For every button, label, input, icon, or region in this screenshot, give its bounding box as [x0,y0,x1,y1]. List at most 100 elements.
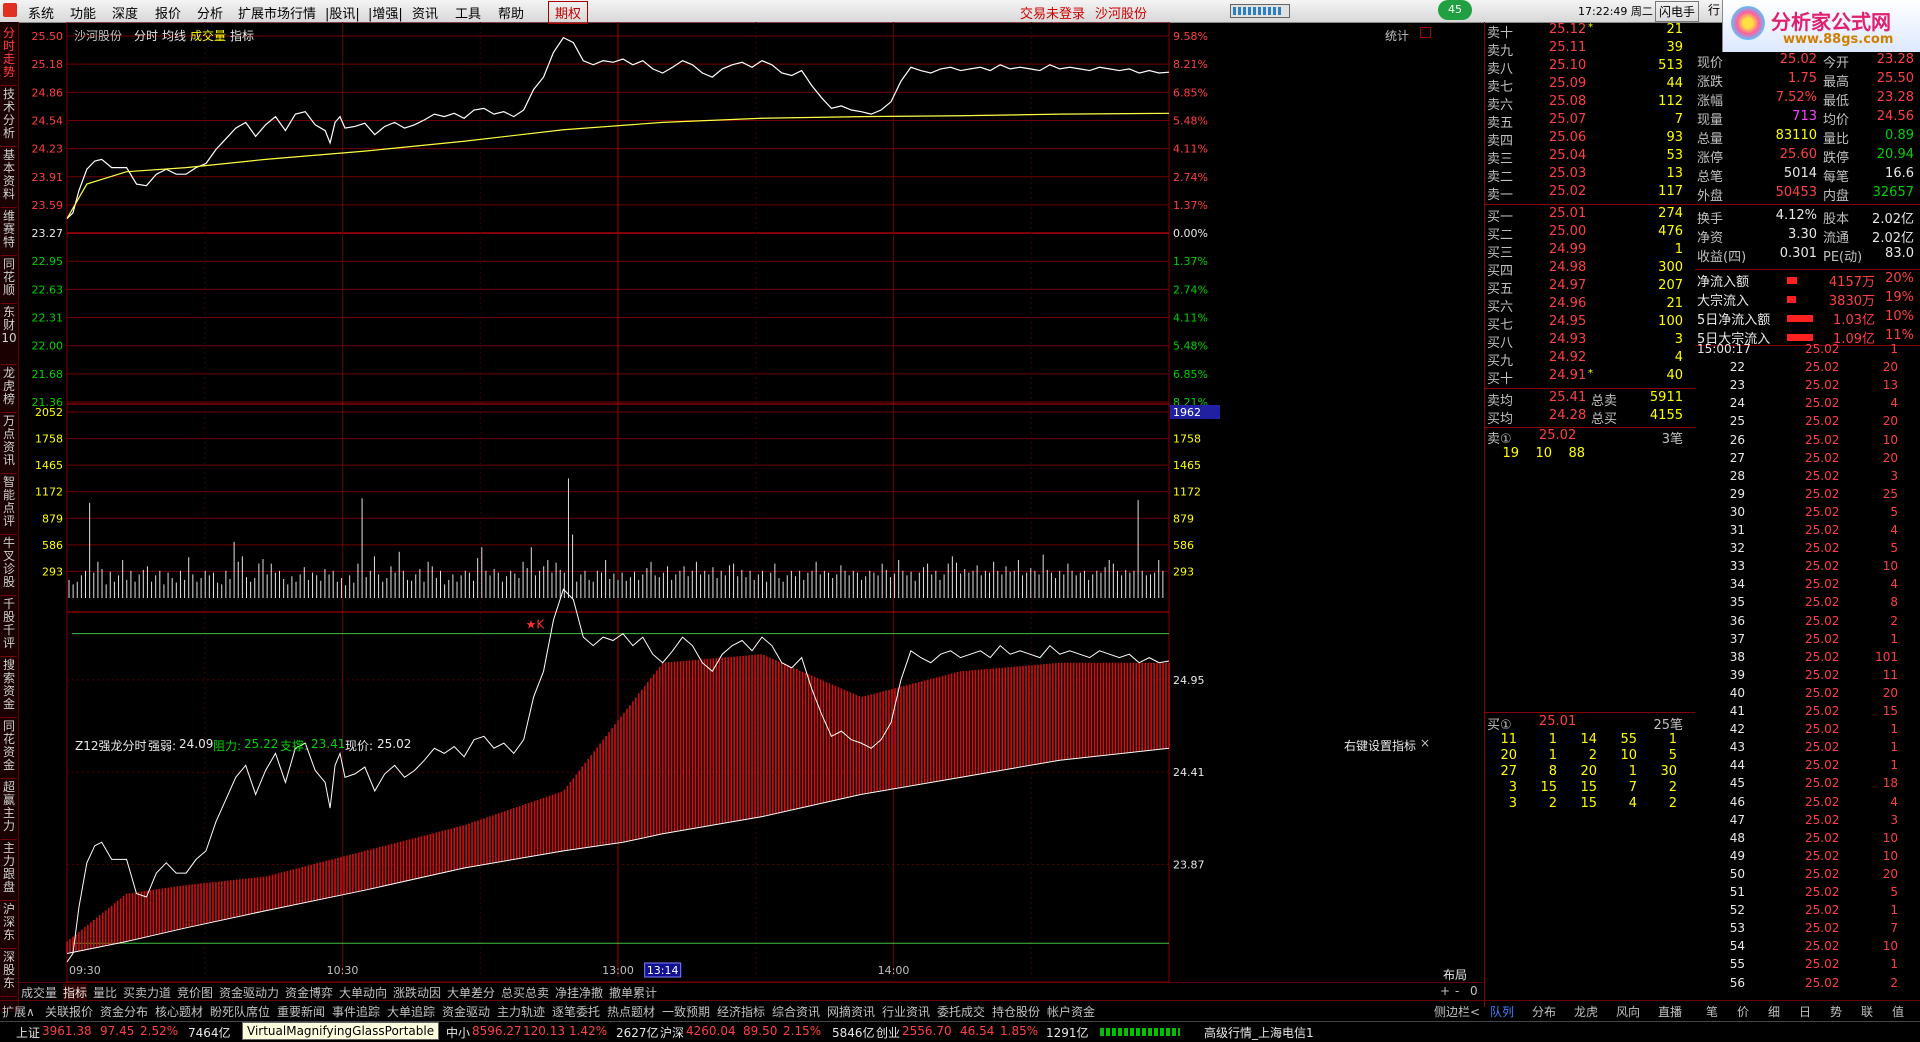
indicator-tab-4[interactable]: 竞价图 [177,984,213,1001]
menu-item-system[interactable]: 系统 [28,3,54,22]
info-tab-11[interactable]: 热点题材 [607,1003,655,1020]
ask-row[interactable]: 卖八 25.10 513 [1485,58,1695,77]
left-tab-13[interactable]: 超赢主力 [1,778,17,840]
info-tab-7[interactable]: 大单追踪 [387,1003,435,1020]
layout-ctrl-0[interactable]: + [1440,984,1450,998]
info-tab-10[interactable]: 逐笔委托 [552,1003,600,1020]
layout-button[interactable]: 布局 [1443,966,1467,983]
menu-item-analysis[interactable]: 分析 [197,3,223,22]
info-tab-2[interactable]: 资金分布 [100,1003,148,1020]
menu-item-help[interactable]: 帮助 [498,3,524,22]
menu-item-ext-market[interactable]: 扩展市场行情 [238,3,316,22]
ask-row[interactable]: 卖五 25.07 7 [1485,112,1695,131]
indicator-tab-11[interactable]: 净挂净撤 [555,984,603,1001]
ask-row[interactable]: 卖七 25.09 44 [1485,76,1695,95]
left-tab-6[interactable]: 龙虎榜 [1,364,17,413]
info-tab-16[interactable]: 行业资讯 [882,1003,930,1020]
left-tab-14[interactable]: 主力跟盘 [1,839,17,901]
right-tab-11[interactable]: 值 [1892,1003,1904,1020]
left-tab-7[interactable]: 万点资讯 [1,412,17,474]
indicator-tab-6[interactable]: 资金博弈 [285,984,333,1001]
zx-label[interactable]: 中小 [446,1024,470,1041]
ask-row[interactable]: 卖十 25.12 * 21 [1485,22,1695,41]
indicator-tab-10[interactable]: 总买总卖 [501,984,549,1001]
ask-row[interactable]: 卖三 25.04 53 [1485,148,1695,167]
menu-item-enhance[interactable]: |增强| [368,3,403,22]
info-tab-0[interactable]: 扩展∧ [2,1003,35,1020]
info-tab-14[interactable]: 综合资讯 [772,1003,820,1020]
ask-row[interactable]: 卖一 25.02 117 [1485,184,1695,203]
info-tab-9[interactable]: 主力轨迹 [497,1003,545,1020]
bid-row[interactable]: 买三 24.99 1 [1485,242,1695,261]
ask-row[interactable]: 卖四 25.06 93 [1485,130,1695,149]
layout-ctrl-1[interactable]: - [1455,984,1459,998]
left-tab-5[interactable]: 东财10 [1,303,17,365]
bid-row[interactable]: 买二 25.00 476 [1485,224,1695,243]
indicator-tab-2[interactable]: 量比 [93,984,117,1001]
info-tab-5[interactable]: 重要新闻 [277,1003,325,1020]
left-tab-9[interactable]: 牛叉诊股 [1,534,17,596]
left-tab-3[interactable]: 维赛特 [1,207,17,256]
right-tab-4[interactable]: 直播 [1658,1003,1682,1020]
left-tab-10[interactable]: 千股千评 [1,595,17,657]
left-tab-11[interactable]: 搜索资金 [1,656,17,718]
indicator-tab-5[interactable]: 资金驱动力 [219,984,279,1001]
chart-view-label[interactable]: 分时 [134,27,158,44]
volume-label[interactable]: 成交量 [190,27,226,44]
right-tab-9[interactable]: 势 [1830,1003,1842,1020]
hs-label[interactable]: 沪深 [660,1024,684,1041]
bid-row[interactable]: 买十 24.91 * 40 [1485,368,1695,387]
chart-close-icon[interactable] [1420,27,1431,38]
bid-row[interactable]: 买九 24.92 4 [1485,350,1695,369]
ask-row[interactable]: 卖二 25.03 13 [1485,166,1695,185]
info-tab-19[interactable]: 帐户资金 [1047,1003,1095,1020]
bid-row[interactable]: 买七 24.95 100 [1485,314,1695,333]
options-tab[interactable]: 期权 [548,1,589,24]
info-tab-8[interactable]: 资金驱动 [442,1003,490,1020]
right-tab-0[interactable]: 队列 [1490,1003,1514,1020]
indicator-tab-3[interactable]: 买卖力道 [123,984,171,1001]
stock-link[interactable]: 沙河股份 [1095,3,1147,22]
intraday-chart[interactable]: 25.50 9.58% 25.18 8.21% 24.86 6.85% 24.54 5.48%… [19,22,1484,982]
layout-ctrl-2[interactable]: 0 [1470,984,1478,998]
indicator-close-icon[interactable]: × [1420,736,1430,750]
indicator-tab-9[interactable]: 大单差分 [447,984,495,1001]
indicator-tab-1[interactable]: 指标 [63,984,88,1001]
info-tab-1[interactable]: 关联报价 [45,1003,93,1020]
left-tab-16[interactable]: 深股东 [1,948,17,997]
menu-item-info[interactable]: 资讯 [412,3,438,22]
info-tab-3[interactable]: 核心题材 [155,1003,203,1020]
indicator-settings[interactable]: 右键设置指标 [1344,737,1416,754]
right-tab-2[interactable]: 龙虎 [1574,1003,1598,1020]
info-tab-6[interactable]: 事件追踪 [332,1003,380,1020]
server-name[interactable]: 高级行情_上海电信1 [1204,1024,1314,1041]
right-tab-3[interactable]: 风向 [1616,1003,1640,1020]
left-tab-1[interactable]: 技术分析 [1,85,17,147]
indicator-tab-0[interactable]: 成交量 [21,984,57,1001]
bid-row[interactable]: 买五 24.97 207 [1485,278,1695,297]
left-tab-0[interactable]: 分时走势 [1,24,17,86]
info-tab-17[interactable]: 委托成交 [937,1003,985,1020]
right-tab-10[interactable]: 联 [1861,1003,1873,1020]
info-tab-18[interactable]: 持仓股份 [992,1003,1040,1020]
app-icon[interactable] [3,3,17,17]
left-tab-4[interactable]: 同花顺 [1,255,17,304]
menu-item-depth[interactable]: 深度 [112,3,138,22]
left-tab-2[interactable]: 基本资料 [1,146,17,208]
notification-badge[interactable]: 45 [1438,0,1472,20]
bid-row[interactable]: 买八 24.93 3 [1485,332,1695,351]
right-tab-5[interactable]: 笔 [1706,1003,1718,1020]
ask-row[interactable]: 卖九 25.11 39 [1485,40,1695,59]
info-tab-13[interactable]: 经济指标 [717,1003,765,1020]
left-tab-8[interactable]: 智能点评 [1,473,17,535]
menu-item-tools[interactable]: 工具 [455,3,481,22]
menu-item-news[interactable]: |股讯| [325,3,360,22]
right-tab-7[interactable]: 细 [1768,1003,1780,1020]
indicator-tab-8[interactable]: 涨跌动因 [393,984,441,1001]
sh-label[interactable]: 上证 [16,1024,40,1041]
login-status[interactable]: 交易未登录 [1020,3,1085,22]
bid-row[interactable]: 买四 24.98 300 [1485,260,1695,279]
left-tab-15[interactable]: 沪深东 [1,900,17,949]
ask-row[interactable]: 卖六 25.08 112 [1485,94,1695,113]
indicator-label[interactable]: 指标 [230,27,254,44]
